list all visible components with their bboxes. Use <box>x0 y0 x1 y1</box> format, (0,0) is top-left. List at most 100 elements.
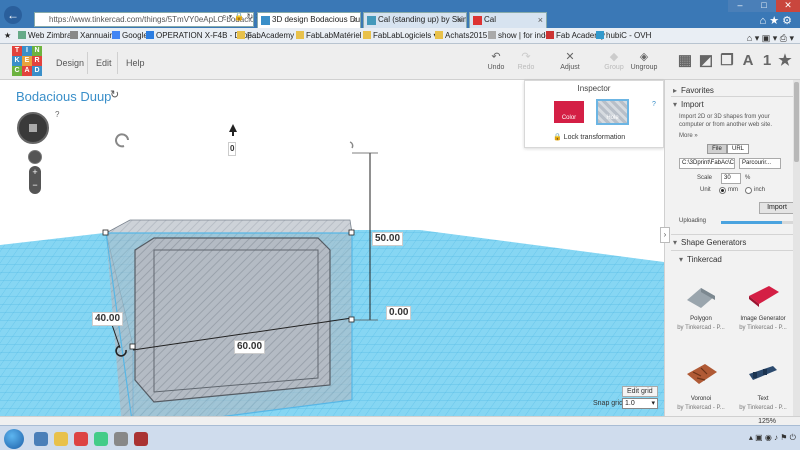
ungroup-button[interactable]: ◈ Ungroup <box>627 51 661 71</box>
help-icon[interactable]: ? <box>652 101 656 108</box>
redo-button[interactable]: ↷ Redo <box>509 51 543 71</box>
bookmark-item[interactable]: show | for index <box>488 28 554 44</box>
bookmark-item[interactable]: Google <box>112 28 148 44</box>
more-link[interactable]: More » <box>679 133 698 139</box>
ie-taskbar-icon[interactable] <box>34 432 48 446</box>
home-view-button[interactable] <box>28 150 42 164</box>
home-icon[interactable]: ⌂ <box>759 15 766 27</box>
bookmark-folder[interactable]: FabLabMatériel ▾ <box>296 28 368 44</box>
view-cube-face[interactable] <box>29 124 37 132</box>
tinkercad-logo[interactable]: T I N K E R C A D <box>12 46 42 76</box>
number-1-icon[interactable]: 1 <box>758 52 776 70</box>
rotate-handle-icon[interactable] <box>349 141 354 149</box>
shape-text[interactable]: Text by Tinkercad - P... <box>733 358 793 416</box>
tab-cal[interactable]: Cal × <box>469 12 547 28</box>
system-tray[interactable]: ▴ ▣ ◉ ♪ ⚑ ⏻ <box>749 433 796 443</box>
file-path-field[interactable]: C:\3Dprint\FabAc\Cal <box>679 158 735 169</box>
star-icon[interactable]: ★ <box>776 52 794 70</box>
uploading-label: Uploading <box>679 218 707 224</box>
chrome-taskbar-icon[interactable] <box>94 432 108 446</box>
address-bar[interactable]: https://www.tinkercad.com/things/5TmVY0e… <box>34 12 254 27</box>
design-title[interactable]: Bodacious Duup <box>16 89 111 104</box>
lock-transformation-toggle[interactable]: 🔒 Lock transformation <box>553 133 625 141</box>
depth-dimension-label[interactable]: 40.00 <box>92 312 124 326</box>
zoom-control[interactable]: + − <box>29 166 41 194</box>
menu-edit[interactable]: Edit <box>96 58 112 68</box>
bookmark-folder[interactable]: FabAcademy ▾ <box>237 28 300 44</box>
undo-button[interactable]: ↶ Undo <box>479 51 513 71</box>
favorites-section[interactable]: ▸ Favorites <box>673 86 714 95</box>
close-icon[interactable]: × <box>458 13 463 27</box>
lift-arrow-icon[interactable] <box>229 124 237 132</box>
cube-shape-icon[interactable]: ❒ <box>718 52 736 70</box>
text-A-icon[interactable]: A <box>739 52 757 70</box>
shape-name: Text <box>757 396 769 402</box>
shape-voronoi[interactable]: Voronoi by Tinkercad - P... <box>671 358 731 416</box>
snap-grid-select[interactable]: 1.0 ▾ <box>622 398 658 409</box>
unit-inch-radio[interactable] <box>745 187 752 194</box>
bookmark-folder[interactable]: Achats2015 ▾ <box>435 28 494 44</box>
favorites-star-icon[interactable]: ★ <box>769 15 779 27</box>
group-button[interactable]: ◆ Group <box>597 51 631 71</box>
tinkercad-section[interactable]: ▾ Tinkercad <box>679 255 722 264</box>
shape-generators-section[interactable]: ▾ Shape Generators <box>673 238 746 247</box>
handle[interactable] <box>102 229 109 236</box>
width-dimension-label[interactable]: 60.00 <box>234 340 266 354</box>
close-icon[interactable]: × <box>538 13 543 27</box>
app-taskbar-icon[interactable] <box>114 432 128 446</box>
elevation-dimension-label[interactable]: 0.00 <box>386 306 412 320</box>
minimize-icon[interactable]: – <box>728 0 752 12</box>
app-taskbar-icon[interactable] <box>134 432 148 446</box>
import-button[interactable]: Import <box>759 202 795 214</box>
url-tab[interactable]: URL <box>727 144 749 154</box>
sidebar-scrollbar-thumb[interactable] <box>794 82 799 162</box>
settings-gear-icon[interactable]: ⚙ <box>782 15 792 27</box>
tray-icons[interactable]: ▴ ▣ ◉ ♪ ⚑ ⏻ <box>749 433 796 442</box>
close-icon[interactable]: × <box>352 13 357 27</box>
handle[interactable] <box>348 316 355 323</box>
back-arrow-icon[interactable]: ← <box>4 6 22 24</box>
top-dimension-label[interactable]: 0 <box>228 142 237 156</box>
browse-button[interactable]: Parcourir... <box>739 158 781 169</box>
hole-button[interactable]: Hole <box>596 99 629 125</box>
taskbar: ▴ ▣ ◉ ♪ ⚑ ⏻ <box>0 425 800 450</box>
unit-mm-radio[interactable] <box>719 187 726 194</box>
divider <box>671 234 795 235</box>
app-taskbar-icon[interactable] <box>74 432 88 446</box>
color-button[interactable]: Color <box>554 101 584 123</box>
file-tab[interactable]: File <box>707 144 727 154</box>
bookmark-item[interactable]: Xannuaire <box>70 28 116 44</box>
shape-image-generator[interactable]: Image Generator by Tinkercad - P... <box>733 278 793 344</box>
close-window-icon[interactable]: ✕ <box>776 0 800 12</box>
edit-grid-button[interactable]: Edit grid <box>622 386 658 397</box>
menu-help[interactable]: Help <box>126 58 145 68</box>
maximize-icon[interactable]: □ <box>752 0 776 12</box>
zoom-in-icon[interactable]: + <box>32 167 37 177</box>
refresh-icon[interactable]: ↻ <box>110 88 119 101</box>
shape-author: by Tinkercad - P... <box>677 405 725 411</box>
start-button[interactable] <box>4 429 24 449</box>
explorer-taskbar-icon[interactable] <box>54 432 68 446</box>
adjust-button[interactable]: ✕ Adjust <box>553 51 587 71</box>
bookmarks-star-icon[interactable]: ★ <box>4 28 11 44</box>
tab-3d-design[interactable]: 3D design Bodacious Duup ... × <box>257 12 361 28</box>
bookmark-item[interactable]: hubiC - OVH <box>596 28 651 44</box>
hole-shape-top[interactable] <box>105 219 353 234</box>
handle[interactable] <box>129 343 136 350</box>
handle[interactable] <box>348 229 355 236</box>
menu-design[interactable]: Design <box>56 58 84 68</box>
bookmark-folder[interactable]: FabLabLogiciels ▾ <box>363 28 438 44</box>
tab-cal-standing[interactable]: Cal (standing up) by Skimbal × <box>363 12 467 28</box>
view-cube[interactable] <box>17 112 49 144</box>
shape-polygon[interactable]: Polygon by Tinkercad - P... <box>671 278 731 344</box>
help-icon[interactable]: ? <box>55 110 59 119</box>
box-shape-icon[interactable]: ◩ <box>697 52 715 70</box>
import-section[interactable]: ▾ Import <box>673 100 704 109</box>
rotate-handle-icon[interactable] <box>115 133 129 148</box>
sidebar-collapse-button[interactable]: › <box>660 227 670 243</box>
grid-view-icon[interactable]: ▦ <box>676 52 694 70</box>
scale-input[interactable]: 30 <box>721 173 741 184</box>
zoom-out-icon[interactable]: − <box>32 180 37 190</box>
bookmark-item[interactable]: Web Zimbra <box>18 28 71 44</box>
height-dimension-label[interactable]: 50.00 <box>372 232 404 246</box>
